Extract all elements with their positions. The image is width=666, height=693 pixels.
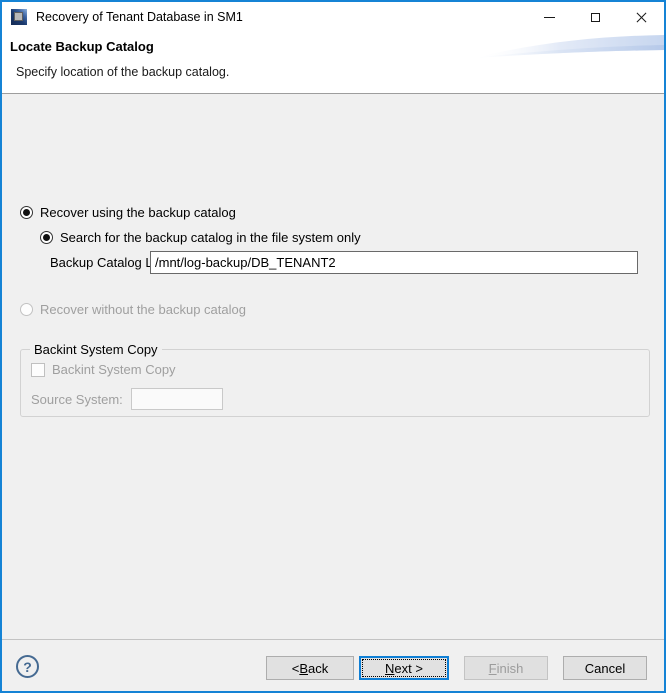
checkbox-unchecked-icon: [31, 362, 45, 377]
radio-label: Search for the backup catalog in the fil…: [60, 230, 361, 245]
next-button[interactable]: Next >: [359, 656, 449, 680]
page-title: Locate Backup Catalog: [10, 39, 154, 54]
group-title: Backint System Copy: [30, 342, 162, 357]
radio-label: Recover using the backup catalog: [40, 205, 236, 220]
source-system-input: [130, 388, 223, 410]
maximize-icon: [590, 12, 600, 22]
close-icon: [636, 12, 647, 23]
backup-catalog-location-input[interactable]: [150, 251, 638, 274]
radio-selected-icon: [40, 231, 53, 244]
window-title: Recovery of Tenant Database in SM1: [36, 10, 243, 24]
radio-unselected-icon: [20, 303, 33, 316]
wizard-header: Locate Backup Catalog Specify location o…: [2, 32, 664, 93]
title-bar: Recovery of Tenant Database in SM1: [2, 2, 664, 32]
checkbox-label: Backint System Copy: [52, 362, 176, 377]
window-controls: [526, 2, 664, 32]
cancel-button[interactable]: Cancel: [563, 656, 647, 680]
close-button[interactable]: [618, 2, 664, 32]
page-subtitle: Specify location of the backup catalog.: [16, 65, 230, 79]
radio-search-file-system[interactable]: Search for the backup catalog in the fil…: [40, 230, 361, 245]
radio-selected-icon: [20, 206, 33, 219]
radio-recover-without-catalog: Recover without the backup catalog: [20, 302, 246, 317]
minimize-icon: [543, 16, 555, 18]
backint-system-copy-group: Backint System Copy Backint System Copy …: [20, 342, 650, 417]
question-mark-icon: ?: [23, 658, 32, 675]
minimize-button[interactable]: [526, 2, 572, 32]
wizard-content: Recover using the backup catalog Search …: [2, 94, 664, 639]
wizard-buttons: < Back Next > Finish Cancel: [266, 656, 647, 680]
radio-label: Recover without the backup catalog: [40, 302, 246, 317]
source-system-row: Source System:: [31, 388, 223, 410]
radio-recover-using-catalog[interactable]: Recover using the backup catalog: [20, 205, 236, 220]
app-icon: [11, 9, 27, 25]
maximize-button[interactable]: [572, 2, 618, 32]
source-system-label: Source System:: [31, 391, 123, 407]
header-swoosh-graphic: [474, 35, 664, 58]
finish-button: Finish: [464, 656, 548, 680]
back-button[interactable]: < Back: [266, 656, 354, 680]
help-button[interactable]: ?: [16, 655, 39, 678]
backint-system-copy-checkbox-row: Backint System Copy: [31, 362, 176, 377]
button-bar: ? < Back Next > Finish Cancel: [2, 640, 664, 691]
recovery-wizard-window: Recovery of Tenant Database in SM1 Locat…: [0, 0, 666, 693]
